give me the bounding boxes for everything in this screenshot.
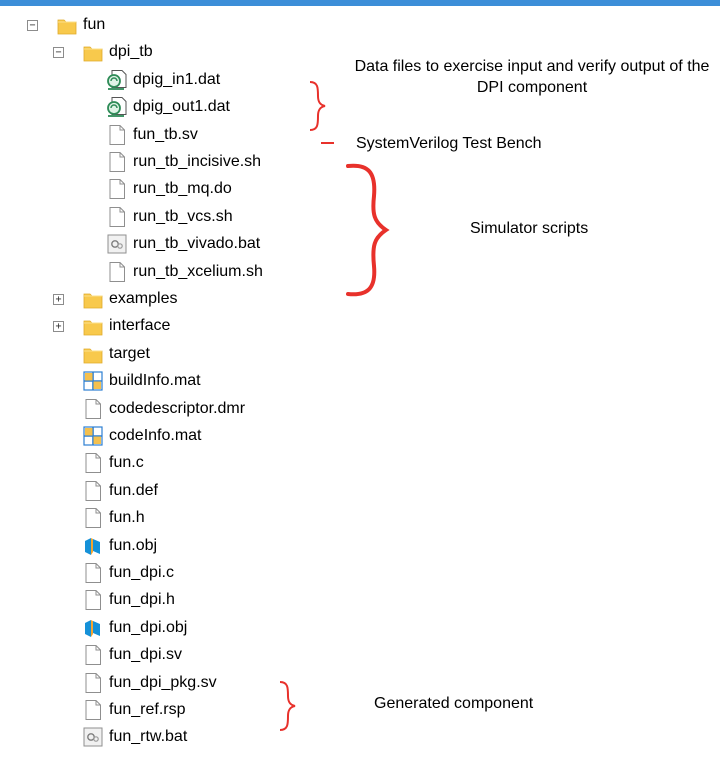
file-icon bbox=[82, 672, 104, 694]
tree-item-label: fun_tb.sv bbox=[133, 125, 198, 143]
tree-item-fun-c[interactable]: fun.c bbox=[82, 450, 144, 476]
tree-item-label: buildInfo.mat bbox=[109, 372, 201, 390]
tree-item-examples[interactable]: examples bbox=[82, 286, 177, 312]
data-files-note: Data files to exercise input and verify … bbox=[354, 58, 710, 96]
file-icon bbox=[106, 178, 128, 200]
tree-item-fun-h[interactable]: fun.h bbox=[82, 505, 145, 531]
batch-file-icon bbox=[106, 233, 128, 255]
folder-icon bbox=[82, 41, 104, 63]
tree-item-fun-dpi-sv[interactable]: fun_dpi.sv bbox=[82, 642, 182, 668]
tree-item-label: dpig_out1.dat bbox=[133, 98, 230, 116]
tree-item-run-tb-mq-do[interactable]: run_tb_mq.do bbox=[106, 176, 232, 202]
tree-item-fun-ref-rsp[interactable]: fun_ref.rsp bbox=[82, 697, 185, 723]
tree-item-label: fun.h bbox=[109, 509, 145, 527]
tree-item-label: fun_rtw.bat bbox=[109, 728, 188, 746]
tree-item-label: dpi_tb bbox=[109, 43, 153, 61]
tree-item-label: target bbox=[109, 344, 150, 362]
tree-item-label: run_tb_mq.do bbox=[133, 180, 232, 198]
simulator-scripts-brace bbox=[346, 163, 390, 297]
test-bench-note: SystemVerilog Test Bench bbox=[356, 135, 542, 152]
collapse-toggle-icon[interactable]: − bbox=[53, 47, 64, 59]
tree-item-fun-rtw-bat[interactable]: fun_rtw.bat bbox=[82, 724, 187, 750]
expand-toggle-icon[interactable]: + bbox=[53, 321, 64, 333]
tree-item-fun-obj[interactable]: fun.obj bbox=[82, 533, 157, 559]
tree-item-dpi-tb[interactable]: dpi_tb bbox=[82, 39, 153, 65]
tree-item-fun-dpi-pkg-sv[interactable]: fun_dpi_pkg.sv bbox=[82, 670, 217, 696]
expand-toggle-icon[interactable]: + bbox=[53, 294, 64, 305]
tree-item-label: interface bbox=[109, 317, 171, 335]
tree-item-fun-dpi-c[interactable]: fun_dpi.c bbox=[82, 560, 174, 586]
tree-item-run-tb-incisive-sh[interactable]: run_tb_incisive.sh bbox=[106, 149, 261, 175]
tree-item-label: dpig_in1.dat bbox=[133, 70, 221, 88]
file-icon bbox=[82, 589, 104, 611]
tree-item-codedescriptor-dmr[interactable]: codedescriptor.dmr bbox=[82, 396, 245, 422]
obj-file-icon bbox=[82, 617, 104, 639]
file-icon bbox=[82, 644, 104, 666]
tree-item-buildinfo-mat[interactable]: buildInfo.mat bbox=[82, 368, 201, 394]
generated-component-brace bbox=[279, 681, 296, 731]
file-icon bbox=[106, 124, 128, 146]
file-icon bbox=[82, 507, 104, 529]
data-file-icon bbox=[106, 69, 128, 91]
tree-item-label: fun_dpi_pkg.sv bbox=[109, 673, 217, 691]
tree-item-dpig-out1-dat[interactable]: dpig_out1.dat bbox=[106, 94, 230, 120]
file-icon bbox=[82, 699, 104, 721]
tree-item-label: fun.def bbox=[109, 481, 158, 499]
tree-item-label: fun_dpi.obj bbox=[109, 618, 188, 636]
data-file-icon bbox=[106, 96, 128, 118]
generated-component-note: Generated component bbox=[374, 695, 534, 712]
tree-item-label: fun_dpi.sv bbox=[109, 646, 182, 664]
folder-icon bbox=[82, 315, 104, 337]
file-icon bbox=[82, 452, 104, 474]
tree-item-run-tb-xcelium-sh[interactable]: run_tb_xcelium.sh bbox=[106, 259, 263, 285]
tree-item-interface[interactable]: interface bbox=[82, 313, 170, 339]
file-icon bbox=[106, 206, 128, 228]
tree-item-label: fun.obj bbox=[109, 536, 158, 554]
file-icon bbox=[82, 398, 104, 420]
file-icon bbox=[106, 151, 128, 173]
batch-file-icon bbox=[82, 726, 104, 748]
tree-item-label: fun_dpi.h bbox=[109, 591, 175, 609]
tree-item-fun[interactable]: fun bbox=[56, 12, 105, 38]
tree-item-label: run_tb_xcelium.sh bbox=[133, 262, 263, 280]
tree-item-dpig-in1-dat[interactable]: dpig_in1.dat bbox=[106, 67, 220, 93]
simulator-scripts-note: Simulator scripts bbox=[470, 220, 589, 237]
test-bench-dash bbox=[321, 142, 334, 144]
mat-file-icon bbox=[82, 425, 104, 447]
file-icon bbox=[82, 480, 104, 502]
obj-file-icon bbox=[82, 535, 104, 557]
tree-item-fun-dpi-obj[interactable]: fun_dpi.obj bbox=[82, 615, 187, 641]
tree-item-label: fun bbox=[83, 16, 106, 33]
tree-item-label: fun_ref.rsp bbox=[109, 701, 186, 718]
tree-item-label: codeInfo.mat bbox=[109, 427, 202, 444]
tree-item-run-tb-vcs-sh[interactable]: run_tb_vcs.sh bbox=[106, 204, 233, 230]
mat-file-icon bbox=[82, 370, 104, 392]
tree-item-label: run_tb_incisive.sh bbox=[133, 153, 262, 170]
tree-item-label: run_tb_vcs.sh bbox=[133, 207, 233, 225]
folder-icon bbox=[82, 288, 104, 310]
folder-icon bbox=[56, 14, 78, 36]
tree-item-label: examples bbox=[109, 290, 178, 307]
folder-icon bbox=[82, 343, 104, 365]
tree-item-codeinfo-mat[interactable]: codeInfo.mat bbox=[82, 423, 202, 449]
tree-item-fun-tb-sv[interactable]: fun_tb.sv bbox=[106, 122, 198, 148]
data-files-brace bbox=[309, 81, 326, 131]
tree-item-label: run_tb_vivado.bat bbox=[133, 235, 261, 253]
tree-item-run-tb-vivado-bat[interactable]: run_tb_vivado.bat bbox=[106, 231, 260, 257]
tree-item-fun-dpi-h[interactable]: fun_dpi.h bbox=[82, 587, 175, 613]
tree-item-target[interactable]: target bbox=[82, 341, 150, 367]
tree-item-fun-def[interactable]: fun.def bbox=[82, 478, 158, 504]
tree-item-label: fun.c bbox=[109, 454, 144, 472]
tree-item-label: codedescriptor.dmr bbox=[109, 399, 246, 417]
tree-item-label: fun_dpi.c bbox=[109, 564, 174, 581]
file-icon bbox=[82, 562, 104, 584]
file-icon bbox=[106, 261, 128, 283]
collapse-toggle-icon[interactable]: − bbox=[27, 20, 38, 31]
